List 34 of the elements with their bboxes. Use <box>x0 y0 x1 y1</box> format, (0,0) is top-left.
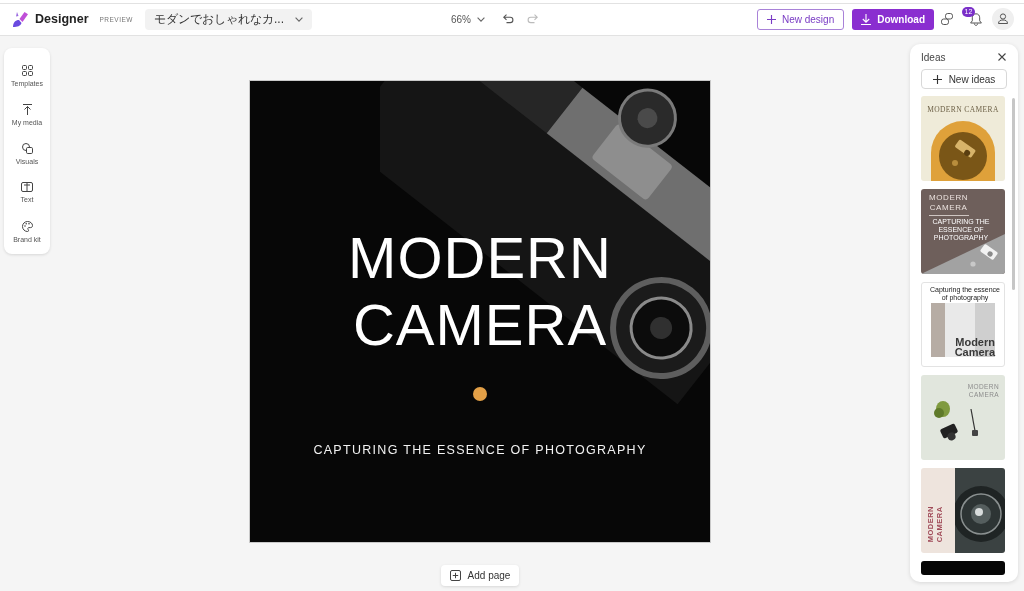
plus-square-icon <box>449 570 461 581</box>
design-title: MODERN CAMERA <box>348 224 612 358</box>
bell-icon[interactable] <box>970 12 982 26</box>
close-icon[interactable] <box>998 53 1006 61</box>
chevron-down-icon <box>477 16 485 22</box>
undo-icon[interactable] <box>503 14 514 24</box>
designer-logo-icon <box>12 10 29 28</box>
thumbnail-title: Modern Camera <box>954 338 995 357</box>
chevron-down-icon <box>295 16 303 22</box>
two-squares-icon[interactable] <box>941 13 953 25</box>
photo-placeholder <box>931 303 995 357</box>
profile-icon[interactable] <box>992 8 1014 30</box>
download-icon <box>861 13 872 25</box>
zoom-dropdown[interactable]: 66% <box>451 13 485 25</box>
document-title-dropdown[interactable]: モダンでおしゃれなカ... <box>145 8 312 30</box>
design-subtitle: CAPTURING THE ESSENCE OF PHOTOGRAPHY <box>313 443 647 457</box>
grid-icon <box>21 64 33 76</box>
scrollbar-thumb[interactable] <box>1012 98 1015 290</box>
new-design-button[interactable]: New design <box>756 8 845 30</box>
add-page-button[interactable]: Add page <box>440 565 520 586</box>
plus-icon <box>932 74 942 84</box>
new-ideas-button[interactable]: New ideas <box>921 69 1007 89</box>
thumbnail-title: MODERN CAMERA <box>929 193 969 213</box>
shapes-icon <box>21 142 33 154</box>
panel-title: Ideas <box>921 51 946 63</box>
palette-icon <box>21 220 33 232</box>
text-box-icon <box>21 182 33 192</box>
design-thumbnail[interactable] <box>921 561 1005 575</box>
app-name: Designer <box>35 12 89 26</box>
dot-icon <box>473 387 487 401</box>
plus-icon <box>766 14 776 24</box>
upload-icon <box>21 103 33 115</box>
download-button[interactable]: Download <box>852 8 934 30</box>
arch-photo-drawing <box>931 121 995 181</box>
